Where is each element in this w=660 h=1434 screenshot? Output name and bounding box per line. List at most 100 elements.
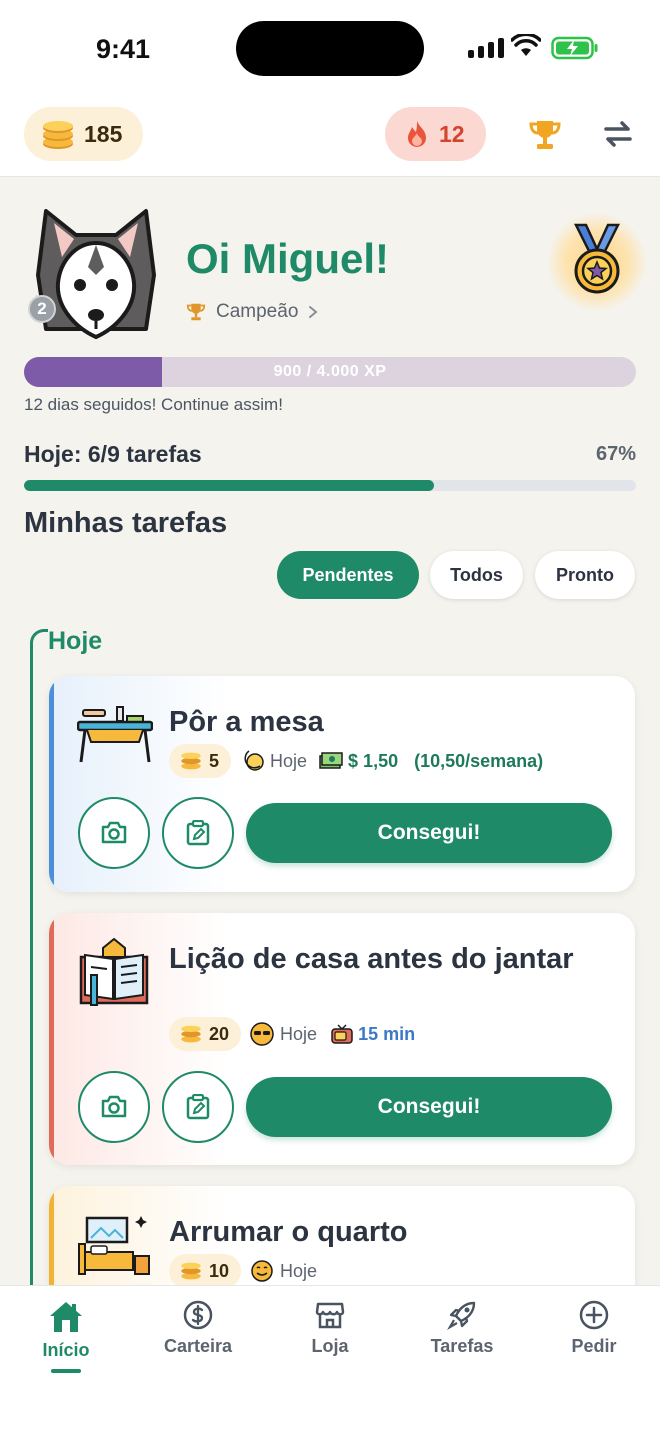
rank-link[interactable]: Campeão bbox=[186, 301, 318, 323]
complete-task-button[interactable]: Consegui! bbox=[246, 1077, 612, 1137]
coins-icon bbox=[43, 121, 73, 149]
task-duration: 15 min bbox=[331, 1023, 415, 1045]
task-when: Hoje bbox=[239, 748, 307, 774]
streak-message: 12 dias seguidos! Continue assim! bbox=[24, 395, 283, 414]
task-money-amount: $ 1,50 bbox=[348, 750, 399, 771]
dollar-circle-icon bbox=[183, 1300, 213, 1330]
nav-item-request[interactable]: Pedir bbox=[539, 1300, 649, 1357]
xp-progress-bar: 900 / 4.000 XP bbox=[24, 357, 636, 387]
sun-icon bbox=[251, 1260, 273, 1282]
task-card[interactable]: Lição de casa antes do jantar 20 Hoje 15… bbox=[49, 913, 635, 1165]
nav-label: Carteira bbox=[163, 1336, 233, 1356]
task-when-text: Hoje bbox=[270, 750, 308, 771]
tab-pending[interactable]: Pendentes bbox=[277, 551, 419, 599]
timeline-line bbox=[30, 643, 33, 1285]
home-icon bbox=[50, 1302, 82, 1332]
task-coins: 5 bbox=[209, 750, 220, 771]
signal-icon bbox=[468, 38, 504, 58]
store-icon bbox=[315, 1302, 345, 1329]
xp-text: 900 / 4.000 XP bbox=[273, 363, 387, 380]
table-setting-icon bbox=[77, 706, 153, 763]
task-when-text: Hoje bbox=[280, 1260, 318, 1281]
status-time: 9:41 bbox=[96, 34, 151, 64]
photo-button[interactable] bbox=[78, 1071, 150, 1143]
task-meta: 20 Hoje 15 min bbox=[169, 1017, 415, 1051]
task-when: Hoje bbox=[249, 1258, 317, 1284]
task-coin-reward: 5 bbox=[169, 744, 232, 778]
tab-all[interactable]: Todos bbox=[430, 551, 523, 599]
task-title: Lição de casa antes do jantar bbox=[169, 943, 574, 975]
note-button[interactable] bbox=[162, 1071, 234, 1143]
task-meta: 5 Hoje $ 1,50 (10,50/semana) bbox=[169, 744, 543, 778]
task-money-weekly: (10,50/semana) bbox=[414, 750, 544, 771]
rank-name: Campeão bbox=[216, 301, 299, 322]
coins-balance[interactable]: 185 bbox=[24, 107, 143, 161]
nav-item-wallet[interactable]: Carteira bbox=[143, 1300, 253, 1357]
today-progress-fill bbox=[24, 480, 435, 491]
main-content: 2 Oi Miguel! Campeão 900 / 4.000 XP 12 d… bbox=[0, 177, 660, 1285]
card-accent-stripe bbox=[49, 1186, 54, 1285]
trophy-icon[interactable] bbox=[528, 118, 562, 152]
nav-item-home[interactable]: Início bbox=[11, 1300, 121, 1361]
task-when: Hoje bbox=[249, 1021, 317, 1047]
nav-label: Pedir bbox=[571, 1336, 617, 1356]
battery-icon bbox=[551, 36, 598, 60]
task-card[interactable]: Pôr a mesa 5 Hoje $ 1,50 (10,50/semana) … bbox=[49, 676, 635, 892]
bottom-nav: Início Carteira Loja Tarefas Pedir bbox=[0, 1285, 660, 1434]
sun-sunglasses-icon bbox=[250, 1022, 274, 1046]
medal-icon[interactable] bbox=[566, 223, 628, 297]
tv-icon bbox=[331, 1024, 353, 1044]
complete-task-button[interactable]: Consegui! bbox=[246, 803, 612, 863]
tasks-section-title: Minhas tarefas bbox=[24, 507, 228, 539]
card-accent-stripe bbox=[49, 676, 54, 892]
nav-label: Início bbox=[42, 1340, 90, 1360]
task-when-text: Hoje bbox=[280, 1023, 318, 1044]
nav-item-tasks[interactable]: Tarefas bbox=[407, 1300, 517, 1357]
nav-active-indicator bbox=[51, 1369, 81, 1373]
nav-label: Loja bbox=[311, 1336, 349, 1356]
task-money: $ 1,50 bbox=[319, 751, 398, 772]
switch-profile-icon[interactable] bbox=[602, 120, 634, 148]
money-icon bbox=[319, 752, 343, 769]
streak-badge[interactable]: 12 bbox=[385, 107, 486, 161]
greeting-title: Oi Miguel! bbox=[186, 235, 389, 282]
coins-icon bbox=[181, 752, 201, 770]
husky-avatar[interactable] bbox=[26, 205, 166, 345]
nav-item-store[interactable]: Loja bbox=[275, 1300, 385, 1357]
clipboard-edit-icon bbox=[186, 1094, 210, 1120]
task-title: Pôr a mesa bbox=[169, 706, 324, 738]
streak-count: 12 bbox=[439, 120, 465, 147]
today-progress-percent: 67% bbox=[595, 443, 636, 465]
nav-label: Tarefas bbox=[430, 1336, 494, 1356]
coins-icon bbox=[181, 1262, 201, 1280]
group-label-today: Hoje bbox=[48, 627, 103, 655]
clipboard-edit-icon bbox=[186, 820, 210, 846]
coins-icon bbox=[181, 1025, 201, 1043]
camera-icon bbox=[101, 1095, 127, 1118]
card-accent-stripe bbox=[49, 913, 54, 1165]
task-coin-reward: 20 bbox=[169, 1017, 242, 1051]
top-bar: 185 12 bbox=[0, 98, 660, 177]
today-progress-bar bbox=[24, 480, 636, 491]
chevron-right-icon bbox=[309, 306, 318, 318]
task-meta: 10 Hoje bbox=[169, 1254, 317, 1285]
coins-count: 185 bbox=[84, 120, 123, 147]
rocket-icon bbox=[447, 1301, 476, 1330]
task-coin-reward: 10 bbox=[169, 1254, 242, 1285]
homework-book-icon bbox=[79, 937, 149, 1006]
bedroom-icon bbox=[78, 1216, 150, 1275]
trophy-small-icon bbox=[186, 303, 206, 321]
task-coins: 20 bbox=[209, 1023, 230, 1044]
today-progress-label: Hoje: 6/9 tarefas bbox=[24, 441, 202, 467]
rank-badge: 2 bbox=[28, 295, 56, 323]
photo-button[interactable] bbox=[78, 797, 150, 869]
flame-icon bbox=[408, 121, 426, 147]
task-coins: 10 bbox=[209, 1260, 230, 1281]
moon-sun-icon bbox=[244, 750, 264, 771]
task-duration-text: 15 min bbox=[358, 1023, 416, 1044]
note-button[interactable] bbox=[162, 797, 234, 869]
task-card[interactable]: Arrumar o quarto 10 Hoje bbox=[49, 1186, 635, 1285]
tab-done[interactable]: Pronto bbox=[535, 551, 635, 599]
task-title: Arrumar o quarto bbox=[169, 1216, 408, 1248]
status-bar: 9:41 bbox=[0, 0, 660, 98]
